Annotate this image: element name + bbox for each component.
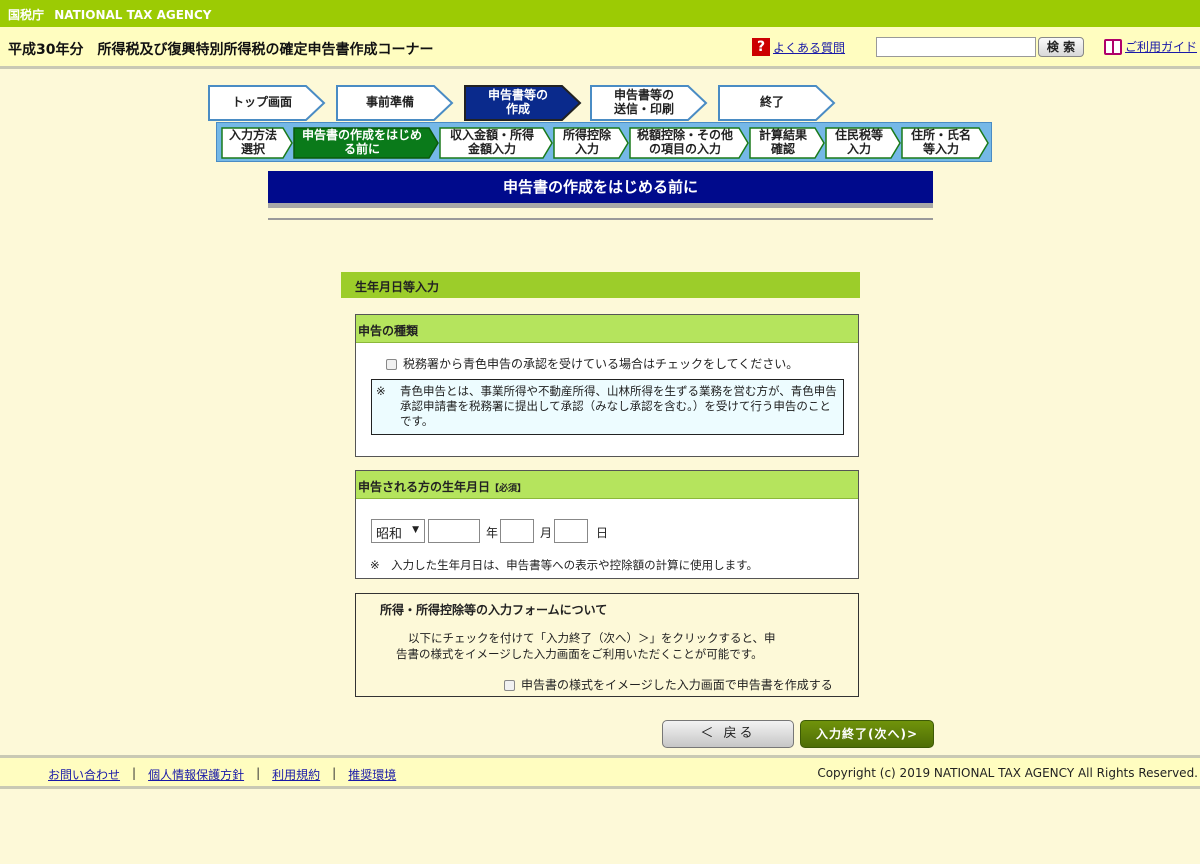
substep-label: 申告書の作成をはじめ る前に <box>301 128 422 156</box>
divider <box>268 218 933 220</box>
book-icon <box>1104 38 1122 55</box>
form-header: 生年月日等入力 <box>341 272 860 298</box>
input-form-title: 所得・所得控除等の入力フォームについて <box>380 603 608 617</box>
year-input[interactable] <box>428 519 480 543</box>
step-send-print[interactable]: 申告書等の 送信・印刷 <box>590 85 708 121</box>
day-input[interactable] <box>554 519 588 543</box>
step-finish[interactable]: 終了 <box>718 85 836 121</box>
month-unit: 月 <box>540 526 553 540</box>
page-title: 平成30年分 所得税及び復興特別所得税の確定申告書作成コーナー <box>8 42 434 58</box>
step-create[interactable]: 申告書等の 作成 <box>464 85 582 121</box>
footer-link-privacy[interactable]: 個人情報保護方針 <box>148 766 244 783</box>
guide-link-label[interactable]: ご利用ガイド <box>1125 38 1197 55</box>
divider <box>268 203 933 208</box>
blue-return-note: ※ 青色申告とは、事業所得や不動産所得、山林所得を生ずる業務を営む方が、青色申告… <box>371 379 844 435</box>
question-icon: ? <box>752 38 770 56</box>
step-label: トップ画面 <box>231 95 292 110</box>
agency-kanji: 国税庁 <box>8 8 45 22</box>
substep-label: 税額控除・その他 の項目の入力 <box>636 128 733 156</box>
birthdate-note: ※ 入力した生年月日は、申告書等への表示や控除額の計算に使用します。 <box>370 558 758 572</box>
substep-navigation: 入力方法 選択 申告書の作成をはじめ る前に 収入金額・所得 金額入力 所得控除… <box>216 122 992 162</box>
header-bar: 平成30年分 所得税及び復興特別所得税の確定申告書作成コーナー ? よくある質問… <box>0 27 1200 69</box>
form-image-checkbox[interactable] <box>504 680 515 691</box>
form-image-checkbox-row[interactable]: 申告書の様式をイメージした入力画面で申告書を作成する <box>504 676 833 693</box>
required-badge: 【必須】 <box>490 484 527 494</box>
faq-link[interactable]: ? よくある質問 <box>752 38 845 56</box>
step-preparation[interactable]: 事前準備 <box>336 85 454 121</box>
birthdate-title-row: 申告される方の生年月日【必須】 <box>356 471 858 499</box>
separator: | <box>132 766 137 780</box>
substep-results[interactable]: 計算結果 確認 <box>749 127 825 159</box>
footer-link-environment[interactable]: 推奨環境 <box>348 766 396 783</box>
footer-link-terms[interactable]: 利用規約 <box>272 766 320 783</box>
substep-input-method[interactable]: 入力方法 選択 <box>221 127 293 159</box>
input-form-description-1: 以下にチェックを付けて「入力終了（次へ）＞」をクリックすると、申 <box>408 631 776 645</box>
search-button[interactable]: 検 索 <box>1038 37 1084 57</box>
step-top[interactable]: トップ画面 <box>208 85 326 121</box>
substep-before-start[interactable]: 申告書の作成をはじめ る前に <box>293 127 439 159</box>
agency-bar: 国税庁 NATIONAL TAX AGENCY <box>0 0 1200 27</box>
input-form-box: 所得・所得控除等の入力フォームについて 以下にチェックを付けて「入力終了（次へ）… <box>355 593 859 697</box>
dropdown-arrow-icon: ▼ <box>412 525 419 535</box>
footer-links: お問い合わせ | 個人情報保護方針 | 利用規約 | 推奨環境 <box>48 766 396 783</box>
year-unit: 年 <box>486 526 499 540</box>
substep-resident-tax[interactable]: 住民税等 入力 <box>825 127 901 159</box>
era-value: 昭和 <box>376 527 403 542</box>
substep-income[interactable]: 収入金額・所得 金額入力 <box>439 127 553 159</box>
blue-return-checkbox-row[interactable]: 税務署から青色申告の承認を受けている場合はチェックをしてください。 <box>386 355 798 372</box>
copyright: Copyright (c) 2019 NATIONAL TAX AGENCY A… <box>817 766 1198 780</box>
substep-address[interactable]: 住所・氏名 等入力 <box>901 127 989 159</box>
substep-deductions[interactable]: 所得控除 入力 <box>553 127 629 159</box>
blue-return-checkbox-label: 税務署から青色申告の承認を受けている場合はチェックをしてください。 <box>403 357 799 371</box>
step-label: 事前準備 <box>365 95 414 110</box>
era-select[interactable]: 昭和 ▼ <box>371 519 425 543</box>
step-label: 申告書等の 作成 <box>487 88 548 116</box>
section-title: 申告書の作成をはじめる前に <box>268 171 933 203</box>
substep-label: 住民税等 入力 <box>834 128 883 156</box>
agency-name: NATIONAL TAX AGENCY <box>54 8 212 22</box>
substep-label: 入力方法 選択 <box>228 128 277 156</box>
step-label: 終了 <box>759 95 784 110</box>
substep-label: 計算結果 確認 <box>758 128 807 156</box>
faq-link-label[interactable]: よくある質問 <box>773 39 845 56</box>
input-form-description-2: 告書の様式をイメージした入力画面をご利用いただくことが可能です。 <box>396 647 763 661</box>
blue-return-checkbox[interactable] <box>386 359 397 370</box>
note-mark: ※ <box>376 384 386 398</box>
month-input[interactable] <box>500 519 534 543</box>
footer: お問い合わせ | 個人情報保護方針 | 利用規約 | 推奨環境 Copyrigh… <box>0 755 1200 789</box>
note-text: 青色申告とは、事業所得や不動産所得、山林所得を生ずる業務を営む方が、青色申告承認… <box>400 384 837 428</box>
guide-link[interactable]: ご利用ガイド <box>1104 38 1197 55</box>
separator: | <box>332 766 337 780</box>
form-image-checkbox-label: 申告書の様式をイメージした入力画面で申告書を作成する <box>521 678 833 692</box>
separator: | <box>256 766 261 780</box>
back-button[interactable]: ＜ 戻る <box>662 720 794 748</box>
day-unit: 日 <box>596 526 609 540</box>
substep-label: 住所・氏名 等入力 <box>910 128 971 156</box>
step-label: 申告書等の 送信・印刷 <box>613 88 674 116</box>
search-input[interactable] <box>876 37 1036 57</box>
birthdate-title: 申告される方の生年月日 <box>358 480 491 494</box>
substep-label: 所得控除 入力 <box>562 128 611 156</box>
birthdate-box: 申告される方の生年月日【必須】 昭和 ▼ 年 月 日 ※ 入力した生年月日は、申… <box>355 470 859 579</box>
next-button[interactable]: 入力終了(次へ)> <box>800 720 934 748</box>
footer-link-contact[interactable]: お問い合わせ <box>48 766 120 783</box>
substep-label: 収入金額・所得 金額入力 <box>449 128 534 156</box>
filing-type-box: 申告の種類 税務署から青色申告の承認を受けている場合はチェックをしてください。 … <box>355 314 859 457</box>
filing-type-title: 申告の種類 <box>356 315 858 343</box>
substep-tax-credits[interactable]: 税額控除・その他 の項目の入力 <box>629 127 749 159</box>
